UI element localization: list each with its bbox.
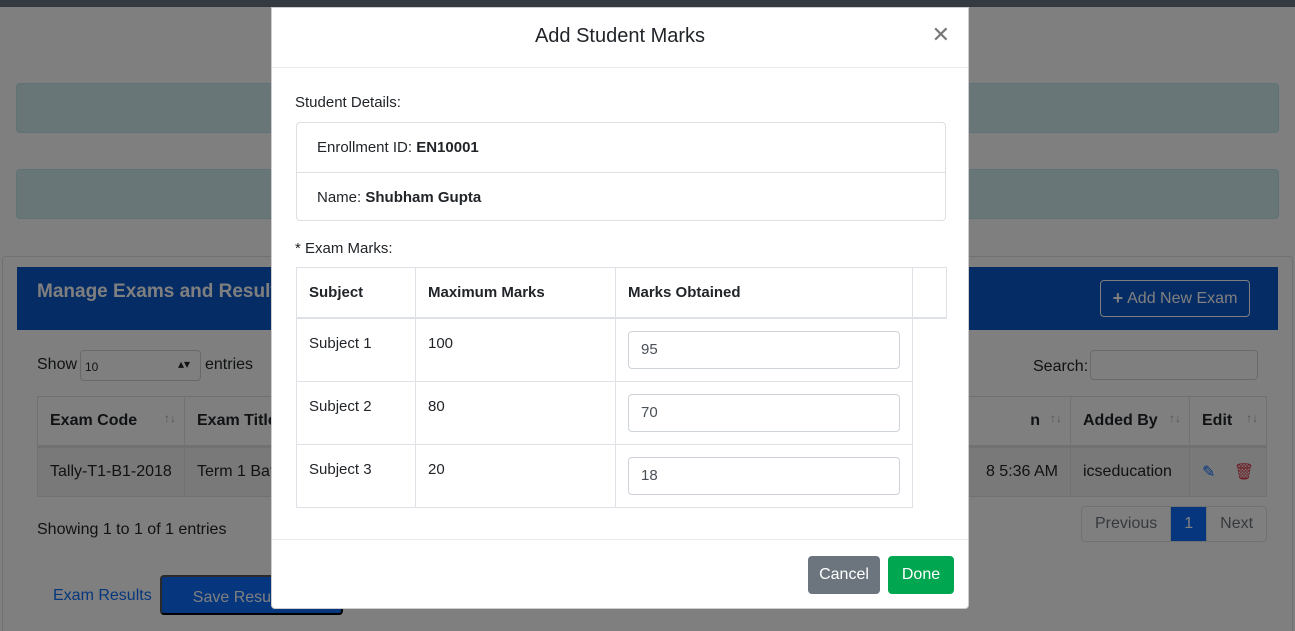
close-icon[interactable]: ✕ <box>932 22 950 48</box>
modal-header: Add Student Marks ✕ <box>272 8 968 68</box>
enrollment-row: Enrollment ID: EN10001 <box>297 123 945 172</box>
cell-max-marks: 20 <box>415 443 616 508</box>
marks-row: Subject 2 80 <box>296 380 947 445</box>
header-marks-obtained: Marks Obtained <box>615 267 913 319</box>
add-student-marks-modal: Add Student Marks ✕ Student Details: Enr… <box>271 7 969 609</box>
enrollment-label: Enrollment ID: <box>317 139 413 156</box>
cell-max-marks: 100 <box>415 317 616 382</box>
cell-max-marks: 80 <box>415 380 616 445</box>
cell-subject: Subject 1 <box>296 317 416 382</box>
marks-row: Subject 3 20 <box>296 443 947 508</box>
name-label: Name: <box>317 189 362 206</box>
top-navbar <box>0 0 1295 7</box>
done-button[interactable]: Done <box>888 556 954 594</box>
modal-title: Add Student Marks <box>534 25 706 47</box>
header-empty <box>912 267 947 319</box>
marks-obtained-input[interactable] <box>628 393 900 432</box>
cell-obtained <box>615 317 913 382</box>
cancel-button[interactable]: Cancel <box>808 556 880 594</box>
header-maximum-marks: Maximum Marks <box>415 267 616 319</box>
cell-subject: Subject 3 <box>296 443 416 508</box>
header-subject: Subject <box>296 267 416 319</box>
enrollment-id: EN10001 <box>416 139 479 156</box>
student-details-label: Student Details: <box>295 94 401 111</box>
name-row: Name: Shubham Gupta <box>297 172 945 221</box>
exam-marks-label: * Exam Marks: <box>295 240 393 257</box>
marks-obtained-input[interactable] <box>628 456 900 495</box>
modal-footer: Cancel Done <box>272 539 968 609</box>
student-details-list: Enrollment ID: EN10001 Name: Shubham Gup… <box>296 122 946 221</box>
marks-table: Subject Maximum Marks Marks Obtained Sub… <box>296 267 947 508</box>
marks-obtained-input[interactable] <box>628 330 900 369</box>
student-name: Shubham Gupta <box>365 189 482 206</box>
cell-subject: Subject 2 <box>296 380 416 445</box>
cell-obtained <box>615 380 913 445</box>
marks-header-row: Subject Maximum Marks Marks Obtained <box>296 267 947 319</box>
cell-obtained <box>615 443 913 508</box>
marks-row: Subject 1 100 <box>296 317 947 382</box>
